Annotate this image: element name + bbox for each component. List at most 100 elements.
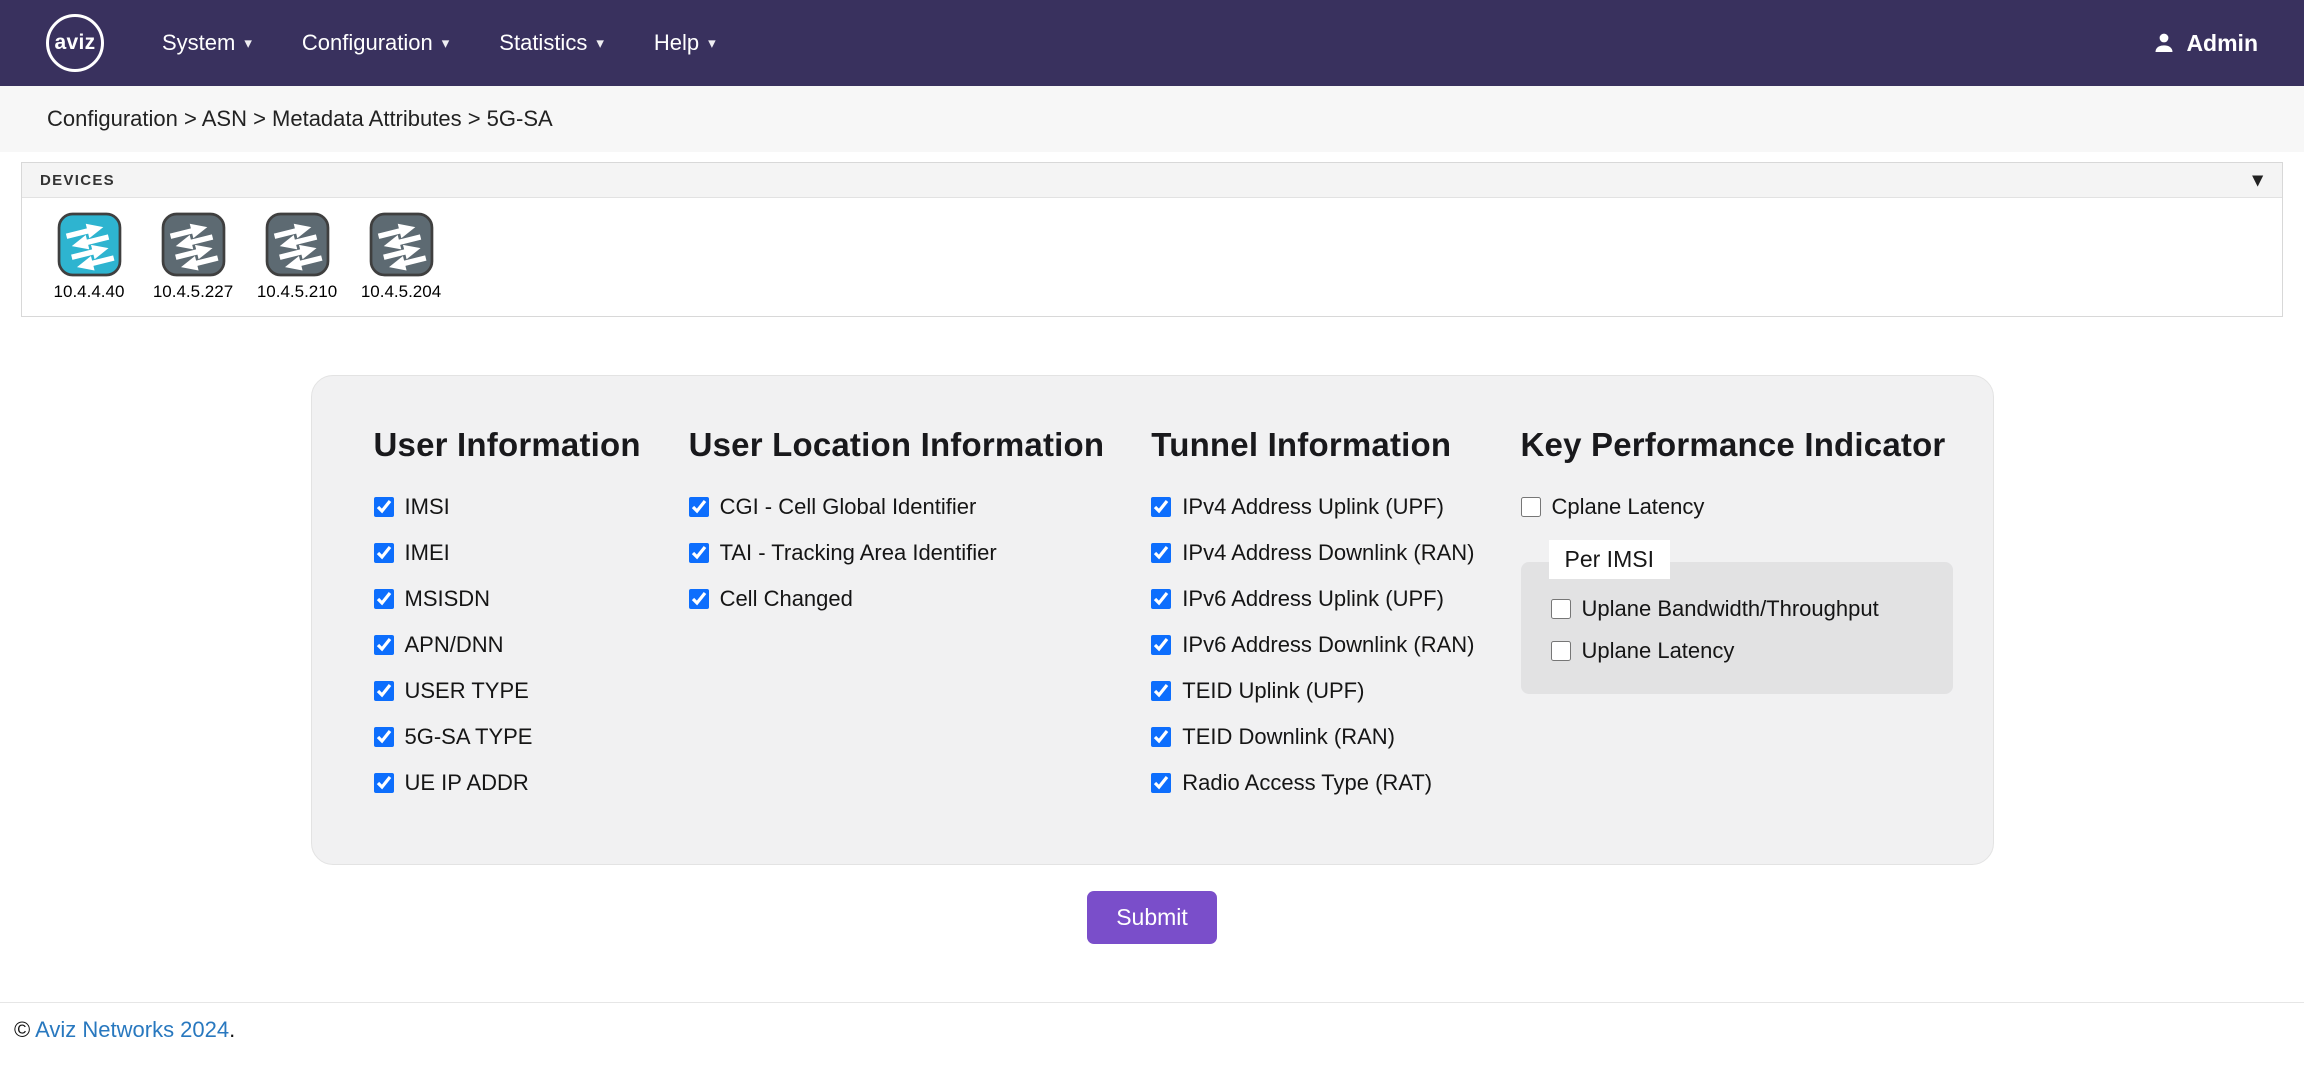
option-label: TAI - Tracking Area Identifier bbox=[720, 540, 997, 566]
submit-button[interactable]: Submit bbox=[1087, 891, 1217, 944]
device-item[interactable]: 10.4.5.227 bbox=[144, 212, 242, 304]
section-title: Key Performance Indicator bbox=[1521, 426, 1953, 464]
cgi-checkbox[interactable] bbox=[689, 497, 709, 517]
ipv4-uplink-checkbox[interactable] bbox=[1151, 497, 1171, 517]
option-imei[interactable]: IMEI bbox=[374, 540, 689, 566]
switch-icon bbox=[57, 212, 122, 277]
option-cplane-latency[interactable]: Cplane Latency bbox=[1521, 494, 1953, 520]
option-label: Uplane Bandwidth/Throughput bbox=[1582, 596, 1879, 622]
menu-item-label: System bbox=[162, 30, 235, 56]
option-label: IPv4 Address Uplink (UPF) bbox=[1182, 494, 1444, 520]
option-user-type[interactable]: USER TYPE bbox=[374, 678, 689, 704]
option-label: Cplane Latency bbox=[1552, 494, 1705, 520]
menu-item-label: Help bbox=[654, 30, 699, 56]
option-label: CGI - Cell Global Identifier bbox=[720, 494, 977, 520]
option-teid-downlink[interactable]: TEID Downlink (RAN) bbox=[1151, 724, 1520, 750]
option-tai[interactable]: TAI - Tracking Area Identifier bbox=[689, 540, 1152, 566]
5gsa-type-checkbox[interactable] bbox=[374, 727, 394, 747]
breadcrumb-text: Configuration > ASN > Metadata Attribute… bbox=[47, 106, 553, 131]
tai-checkbox[interactable] bbox=[689, 543, 709, 563]
user-label: Admin bbox=[2186, 30, 2258, 57]
teid-uplink-checkbox[interactable] bbox=[1151, 681, 1171, 701]
menu-item-help[interactable]: Help ▾ bbox=[654, 30, 716, 56]
user-menu[interactable]: Admin bbox=[2152, 30, 2258, 57]
option-msisdn[interactable]: MSISDN bbox=[374, 586, 689, 612]
uplane-bandwidth-checkbox[interactable] bbox=[1551, 599, 1571, 619]
cplane-latency-checkbox[interactable] bbox=[1521, 497, 1541, 517]
option-uplane-bandwidth[interactable]: Uplane Bandwidth/Throughput bbox=[1551, 596, 1929, 622]
imsi-checkbox[interactable] bbox=[374, 497, 394, 517]
switch-icon bbox=[369, 212, 434, 277]
option-label: USER TYPE bbox=[405, 678, 529, 704]
per-imsi-group: Per IMSI Uplane Bandwidth/Throughput Upl… bbox=[1521, 540, 1953, 694]
option-ipv4-downlink[interactable]: IPv4 Address Downlink (RAN) bbox=[1151, 540, 1520, 566]
option-cgi[interactable]: CGI - Cell Global Identifier bbox=[689, 494, 1152, 520]
option-label: TEID Uplink (UPF) bbox=[1182, 678, 1364, 704]
radio-access-type-checkbox[interactable] bbox=[1151, 773, 1171, 793]
option-radio-access-type[interactable]: Radio Access Type (RAT) bbox=[1151, 770, 1520, 796]
section-title: User Information bbox=[374, 426, 689, 464]
switch-icon bbox=[265, 212, 330, 277]
option-imsi[interactable]: IMSI bbox=[374, 494, 689, 520]
option-cell-changed[interactable]: Cell Changed bbox=[689, 586, 1152, 612]
footer-link[interactable]: Aviz Networks 2024 bbox=[35, 1017, 229, 1042]
chevron-down-icon: ▾ bbox=[442, 34, 450, 52]
device-item[interactable]: 10.4.4.40 bbox=[40, 212, 138, 304]
option-label: MSISDN bbox=[405, 586, 491, 612]
imei-checkbox[interactable] bbox=[374, 543, 394, 563]
msisdn-checkbox[interactable] bbox=[374, 589, 394, 609]
option-label: 5G-SA TYPE bbox=[405, 724, 533, 750]
option-label: IMEI bbox=[405, 540, 450, 566]
device-item[interactable]: 10.4.5.210 bbox=[248, 212, 346, 304]
devices-panel-header[interactable]: DEVICES ▾ bbox=[22, 163, 2282, 198]
menu-item-label: Configuration bbox=[302, 30, 433, 56]
per-imsi-title: Per IMSI bbox=[1549, 540, 1670, 579]
teid-downlink-checkbox[interactable] bbox=[1151, 727, 1171, 747]
devices-panel: DEVICES ▾ 10.4.4.40 10.4.5.227 10.4.5.21… bbox=[21, 162, 2283, 317]
option-label: IMSI bbox=[405, 494, 450, 520]
device-ip: 10.4.5.204 bbox=[361, 282, 441, 302]
chevron-down-icon: ▾ bbox=[708, 34, 716, 52]
option-teid-uplink[interactable]: TEID Uplink (UPF) bbox=[1151, 678, 1520, 704]
ipv4-downlink-checkbox[interactable] bbox=[1151, 543, 1171, 563]
chevron-down-icon: ▾ bbox=[596, 34, 604, 52]
devices-list: 10.4.4.40 10.4.5.227 10.4.5.210 10.4.5.2… bbox=[22, 198, 2282, 316]
option-uplane-latency[interactable]: Uplane Latency bbox=[1551, 638, 1929, 664]
section-title: User Location Information bbox=[689, 426, 1152, 464]
menu-item-configuration[interactable]: Configuration ▾ bbox=[302, 30, 449, 56]
device-item[interactable]: 10.4.5.204 bbox=[352, 212, 450, 304]
option-label: IPv6 Address Uplink (UPF) bbox=[1182, 586, 1444, 612]
option-label: APN/DNN bbox=[405, 632, 504, 658]
option-ipv4-uplink[interactable]: IPv4 Address Uplink (UPF) bbox=[1151, 494, 1520, 520]
per-imsi-panel: Uplane Bandwidth/Throughput Uplane Laten… bbox=[1521, 562, 1953, 694]
cell-changed-checkbox[interactable] bbox=[689, 589, 709, 609]
footer-suffix: . bbox=[229, 1017, 235, 1042]
menu-item-label: Statistics bbox=[499, 30, 587, 56]
ue-ip-addr-checkbox[interactable] bbox=[374, 773, 394, 793]
collapse-caret-icon[interactable]: ▾ bbox=[2253, 170, 2264, 190]
menu-item-statistics[interactable]: Statistics ▾ bbox=[499, 30, 604, 56]
breadcrumb: Configuration > ASN > Metadata Attribute… bbox=[0, 86, 2304, 152]
menu-item-system[interactable]: System ▾ bbox=[162, 30, 252, 56]
user-type-checkbox[interactable] bbox=[374, 681, 394, 701]
option-5gsa-type[interactable]: 5G-SA TYPE bbox=[374, 724, 689, 750]
option-label: Uplane Latency bbox=[1582, 638, 1735, 664]
main-menu: System ▾ Configuration ▾ Statistics ▾ He… bbox=[162, 30, 716, 56]
ipv6-downlink-checkbox[interactable] bbox=[1151, 635, 1171, 655]
brand-logo[interactable]: aviz bbox=[46, 14, 104, 72]
option-label: TEID Downlink (RAN) bbox=[1182, 724, 1395, 750]
section-user-information: User Information IMSI IMEI MSISDN APN/DN… bbox=[374, 426, 689, 816]
option-apn-dnn[interactable]: APN/DNN bbox=[374, 632, 689, 658]
section-tunnel-information: Tunnel Information IPv4 Address Uplink (… bbox=[1151, 426, 1520, 816]
switch-icon bbox=[161, 212, 226, 277]
chevron-down-icon: ▾ bbox=[244, 34, 252, 52]
option-ipv6-uplink[interactable]: IPv6 Address Uplink (UPF) bbox=[1151, 586, 1520, 612]
option-ue-ip-addr[interactable]: UE IP ADDR bbox=[374, 770, 689, 796]
option-ipv6-downlink[interactable]: IPv6 Address Downlink (RAN) bbox=[1151, 632, 1520, 658]
uplane-latency-checkbox[interactable] bbox=[1551, 641, 1571, 661]
submit-row: Submit bbox=[0, 891, 2304, 944]
aviz-logo-icon: aviz bbox=[46, 14, 104, 72]
option-label: IPv4 Address Downlink (RAN) bbox=[1182, 540, 1474, 566]
apn-dnn-checkbox[interactable] bbox=[374, 635, 394, 655]
ipv6-uplink-checkbox[interactable] bbox=[1151, 589, 1171, 609]
